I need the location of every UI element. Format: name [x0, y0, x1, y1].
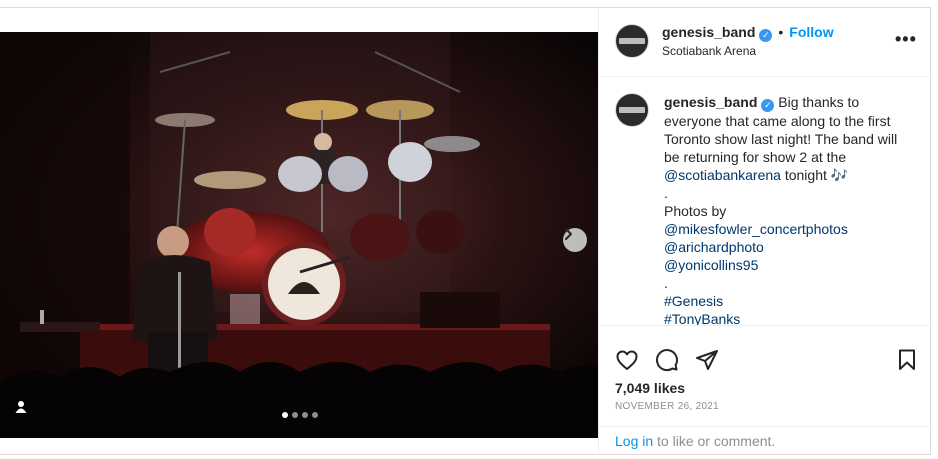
location-link[interactable]: Scotiabank Arena: [662, 44, 756, 58]
mention-link[interactable]: @yonicollins95: [664, 256, 914, 274]
like-button[interactable]: [615, 348, 641, 374]
avatar-logo: [619, 38, 645, 44]
heart-icon: [616, 350, 638, 370]
username-link[interactable]: genesis_band: [662, 24, 755, 40]
mention-link[interactable]: @mikesfowler_concertphotos: [664, 220, 914, 238]
concert-photo: [0, 32, 598, 438]
save-button[interactable]: [895, 348, 921, 374]
chevron-right-icon: [565, 228, 572, 240]
photo-credits-label: Photos by: [664, 203, 727, 219]
carousel-dot: [282, 412, 288, 418]
tagged-users-button[interactable]: [14, 400, 36, 422]
avatar[interactable]: [615, 24, 649, 58]
separator: •: [778, 24, 784, 40]
send-icon: [696, 350, 718, 370]
login-link[interactable]: Log in: [615, 433, 653, 449]
comment-icon: [656, 349, 679, 372]
caption-avatar[interactable]: [615, 93, 649, 127]
post-sidebar: genesis_band ✓ • Follow Scotiabank Arena ••…: [598, 8, 932, 456]
post-image[interactable]: [0, 32, 598, 438]
caption-dot: .: [664, 275, 668, 291]
verified-badge-icon: ✓: [761, 99, 775, 112]
more-options-icon[interactable]: •••: [895, 30, 917, 48]
post-header: genesis_band ✓ • Follow Scotiabank Arena ••…: [599, 8, 932, 77]
caption-text: genesis_band ✓ Big thanks to everyone tha…: [664, 93, 914, 325]
post-date[interactable]: NOVEMBER 26, 2021: [615, 401, 719, 412]
caption-body-end: tonight 🎶: [784, 167, 849, 183]
bookmark-icon: [899, 349, 915, 370]
carousel-dot: [302, 412, 308, 418]
carousel-dot: [312, 412, 318, 418]
post-card: genesis_band ✓ • Follow Scotiabank Arena ••…: [0, 7, 932, 456]
header-line: genesis_band ✓ • Follow: [662, 24, 834, 42]
mention-link[interactable]: @scotiabankarena: [664, 167, 781, 183]
login-prompt: Log in to like or comment.: [599, 426, 932, 457]
verified-badge-icon: ✓: [759, 29, 773, 42]
caption-username-link[interactable]: genesis_band: [664, 94, 757, 110]
login-prompt-text: Log in to like or comment.: [615, 433, 775, 449]
login-prompt-rest: to like or comment.: [653, 433, 776, 449]
likes-count[interactable]: 7,049 likes: [615, 380, 685, 396]
avatar-logo: [619, 107, 645, 113]
hashtag-link[interactable]: #TonyBanks: [664, 310, 914, 325]
caption-dot: .: [664, 185, 668, 201]
action-bar: [599, 338, 932, 378]
comment-button[interactable]: [655, 348, 681, 374]
carousel-indicator: [282, 412, 318, 418]
caption: genesis_band ✓ Big thanks to everyone tha…: [599, 77, 932, 326]
user-icon: [15, 401, 27, 413]
follow-button[interactable]: Follow: [789, 24, 833, 40]
share-button[interactable]: [695, 348, 721, 374]
mention-link[interactable]: @arichardphoto: [664, 238, 914, 256]
next-slide-button[interactable]: [563, 228, 587, 252]
hashtag-link[interactable]: #Genesis: [664, 292, 914, 310]
carousel-dot: [292, 412, 298, 418]
